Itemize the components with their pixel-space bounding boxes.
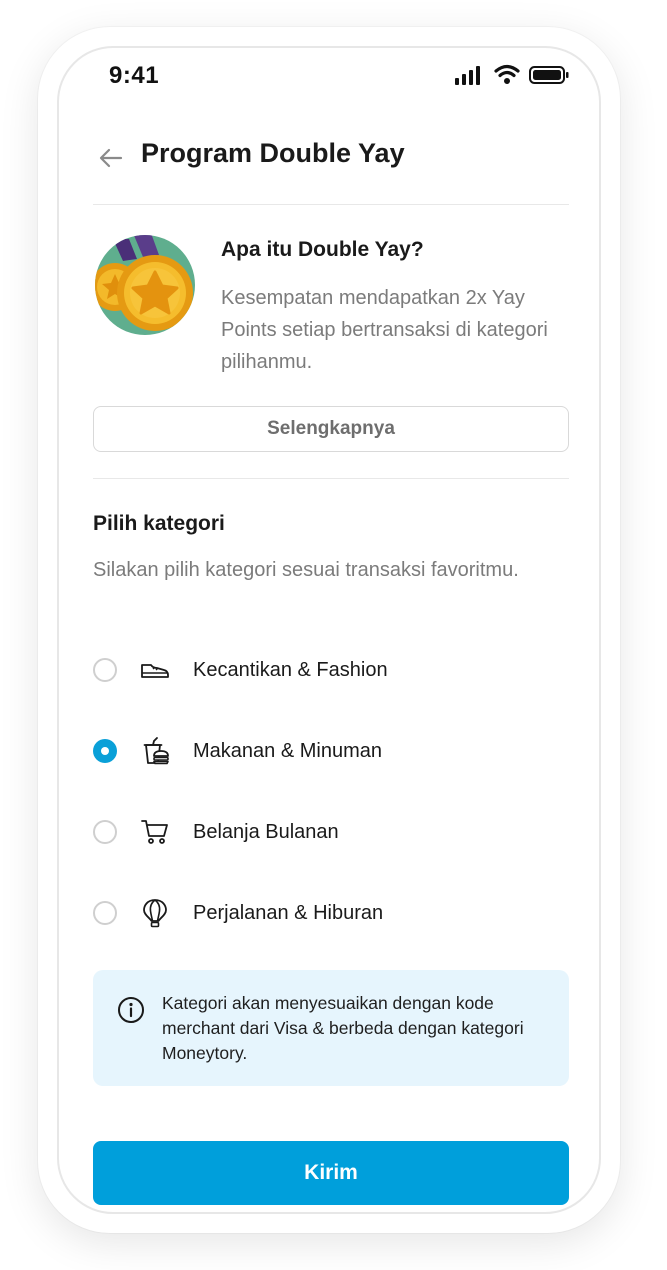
status-time: 9:41 <box>109 62 160 89</box>
stage: 9:41 Program Double Yay Apa itu Double Y… <box>0 0 667 1270</box>
sneaker-icon <box>141 664 169 678</box>
phone-screen: 9:41 Program Double Yay Apa itu Double Y… <box>57 46 601 1214</box>
category-description: Silakan pilih kategori sesuai transaksi … <box>93 559 519 581</box>
signal-icon <box>455 66 480 85</box>
hot-air-balloon-icon <box>143 899 167 928</box>
intro-title: Apa itu Double Yay? <box>221 238 424 261</box>
medal-icon <box>95 235 195 335</box>
section-divider <box>93 478 569 479</box>
category-title: Pilih kategori <box>93 512 225 535</box>
option-label: Kecantikan & Fashion <box>193 658 388 681</box>
info-icon <box>118 997 144 1023</box>
status-icons <box>455 64 569 85</box>
submit-button[interactable]: Kirim <box>93 1141 569 1205</box>
more-info-button[interactable]: Selengkapnya <box>93 406 569 452</box>
category-option-beauty-fashion[interactable]: Kecantikan & Fashion <box>93 648 569 692</box>
arrow-left-icon[interactable] <box>97 144 125 172</box>
page-title: Program Double Yay <box>141 138 405 168</box>
category-option-travel-entertainment[interactable]: Perjalanan & Hiburan <box>93 891 569 935</box>
radio-button[interactable] <box>93 658 117 682</box>
category-option-monthly-shopping[interactable]: Belanja Bulanan <box>93 810 569 854</box>
header-divider <box>93 204 569 205</box>
radio-button-selected[interactable] <box>93 739 117 763</box>
option-label: Belanja Bulanan <box>193 820 339 843</box>
intro-description: Kesempatan mendapatkan 2x Yay Points set… <box>221 287 548 373</box>
info-box: Kategori akan menyesuaikan dengan kode m… <box>93 970 569 1086</box>
wifi-icon <box>494 64 520 84</box>
option-label: Perjalanan & Hiburan <box>193 901 384 924</box>
option-label: Makanan & Minuman <box>193 739 382 762</box>
radio-button[interactable] <box>93 820 117 844</box>
battery-icon <box>529 66 569 84</box>
food-drink-icon <box>143 737 169 765</box>
shopping-cart-icon <box>141 820 168 844</box>
info-text: Kategori akan menyesuaikan dengan kode m… <box>162 993 524 1063</box>
category-option-food-drink[interactable]: Makanan & Minuman <box>93 729 569 773</box>
radio-button[interactable] <box>93 901 117 925</box>
